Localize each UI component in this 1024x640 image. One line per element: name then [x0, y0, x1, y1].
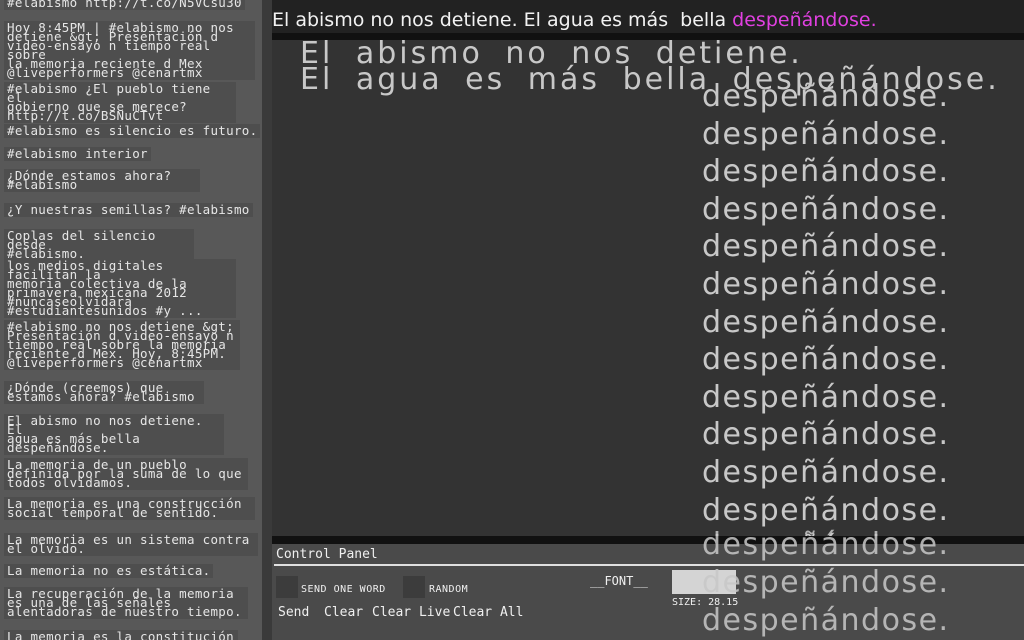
clear-button[interactable]: Clear [324, 605, 363, 620]
tweet-item[interactable]: La memoria es un sistema contra el olvid… [4, 533, 258, 556]
cascade-word: despeñándose. [702, 565, 950, 600]
top-divider [272, 33, 1024, 40]
clear-live-button[interactable]: Clear Live [372, 605, 450, 620]
cascade-word: despeñándose. [702, 116, 950, 152]
tweet-item[interactable]: #elabismo http://t.co/N5VCsu30 [4, 0, 245, 10]
cascade-word: despeñándose. [702, 79, 950, 114]
tweet-item[interactable]: El abismo no nos detiene. El agua es más… [4, 414, 224, 455]
cascade-word: despeñándose. [702, 492, 950, 528]
sidebar-divider [262, 0, 272, 640]
cascade-word: despeñándose. [702, 342, 950, 378]
live-text: El abismo no nos detiene. El agua es más… [272, 9, 733, 31]
tweet-item[interactable]: #elabismo ¿El pueblo tiene el gobierno q… [4, 82, 236, 123]
send-one-word-label: SEND ONE WORD [301, 584, 386, 595]
projection-stage: El abismo no nos detiene. El agua es más… [272, 40, 1024, 536]
cascade-word: despeñándose. [702, 304, 950, 340]
tweet-item[interactable]: ¿Dónde estamos ahora? #elabismo [4, 169, 200, 192]
random-label: RANDOM [429, 584, 469, 595]
tweet-item[interactable]: #elabismo interior [4, 147, 151, 161]
panel-title: Control Panel [276, 547, 378, 562]
cascade-word: despeñándose. [702, 229, 950, 265]
tweet-item[interactable]: ¿Y nuestras semillas? #elabismo [4, 203, 253, 217]
clear-all-button[interactable]: Clear All [453, 605, 523, 620]
live-highlight-word: despeñándose. [732, 9, 877, 31]
tweet-item[interactable]: los medios digitales facilitan la memori… [4, 259, 236, 318]
live-text-line: El abismo no nos detiene. El agua es más… [272, 0, 1024, 33]
tweet-list: #elabismo http://t.co/N5VCsu30 Hoy 8:45P… [0, 0, 262, 640]
cascade-word: despeñándose. [702, 603, 950, 638]
cascade-word: despeñándose. [702, 267, 950, 302]
tweet-item[interactable]: Coplas del silencio desde #elabismo. [4, 229, 194, 261]
tweet-item[interactable]: La memoria es una construcción social te… [4, 497, 255, 520]
cascade-word: despeñándose. [702, 455, 950, 490]
send-one-word-checkbox[interactable] [276, 576, 298, 598]
tweet-item[interactable]: ¿Dónde (creemos) que estamos ahora? #ela… [4, 381, 204, 404]
tweet-item[interactable]: La recuperación de la memoria es una de … [4, 587, 248, 619]
tweet-item[interactable]: La memoria no es estática. [4, 564, 214, 578]
cascade-word: despeñándose. [702, 417, 950, 453]
tweet-item[interactable]: Hoy 8:45PM | #elabismo no nos detiene &g… [4, 21, 255, 80]
cascade-word: despeñándose. [702, 527, 950, 562]
tweet-item[interactable]: La memoria de un pueblo definida por la … [4, 458, 248, 490]
cascade-word: despeñándose. [702, 379, 950, 415]
tweet-item[interactable]: #elabismo es silencio es futuro. [4, 124, 261, 138]
font-label: __FONT__ [590, 574, 648, 588]
cascade-word: despeñándose. [702, 154, 950, 190]
send-button[interactable]: Send [278, 605, 309, 620]
random-checkbox[interactable] [403, 576, 425, 598]
tweet-item[interactable]: #elabismo no nos detiene &gt; Presentaci… [4, 320, 240, 370]
tweet-item[interactable]: La memoria es la constitución [4, 630, 238, 640]
cascade-word: despeñándose. [702, 191, 950, 227]
